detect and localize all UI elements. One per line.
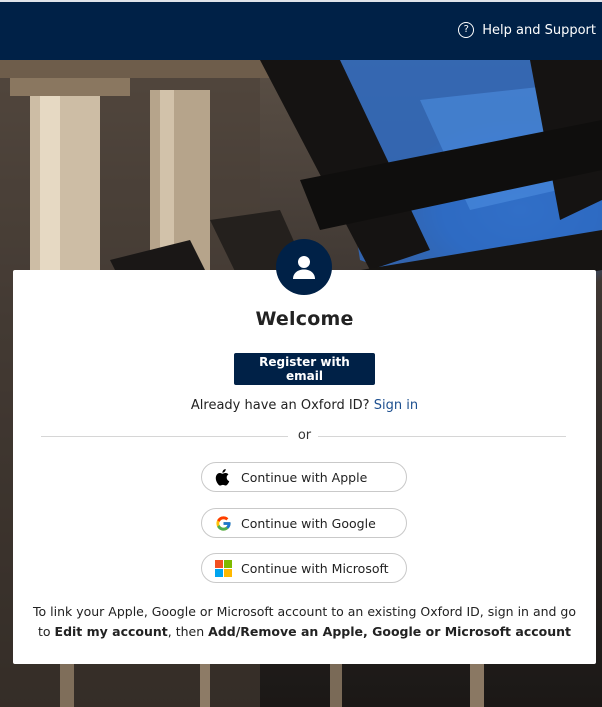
signin-prompt-text: Already have an Oxford ID?	[190, 398, 370, 413]
continue-with-apple-button[interactable]: Continue with Apple	[201, 462, 407, 492]
google-icon	[214, 514, 232, 532]
microsoft-button-label: Continue with Microsoft	[241, 560, 389, 576]
microsoft-icon	[214, 559, 232, 577]
continue-with-google-button[interactable]: Continue with Google	[201, 508, 407, 538]
account-link-note: To link your Apple, Google or Microsoft …	[31, 602, 578, 642]
google-button-label: Continue with Google	[241, 515, 376, 531]
help-and-support-label: Help and Support	[482, 22, 596, 38]
help-circle-icon: ?	[458, 22, 475, 38]
welcome-card: Welcome Register with email Already have…	[13, 270, 596, 664]
register-with-email-button[interactable]: Register with email	[234, 353, 375, 385]
top-navigation-bar: ? Help and Support	[0, 0, 602, 60]
help-and-support-link[interactable]: ? Help and Support	[458, 22, 596, 38]
divider-right	[318, 436, 566, 437]
user-icon	[293, 256, 315, 279]
edit-my-account-text: Edit my account	[54, 624, 168, 639]
signin-prompt: Already have an Oxford ID? Sign in	[13, 398, 596, 413]
note-middle: , then	[167, 624, 205, 639]
add-remove-account-text: Add/Remove an Apple, Google or Microsoft…	[208, 624, 571, 639]
apple-icon	[214, 468, 232, 486]
user-avatar	[276, 239, 332, 295]
signin-link[interactable]: Sign in	[374, 398, 418, 413]
continue-with-microsoft-button[interactable]: Continue with Microsoft	[201, 553, 407, 583]
apple-button-label: Continue with Apple	[241, 469, 368, 485]
welcome-title: Welcome	[255, 308, 354, 330]
